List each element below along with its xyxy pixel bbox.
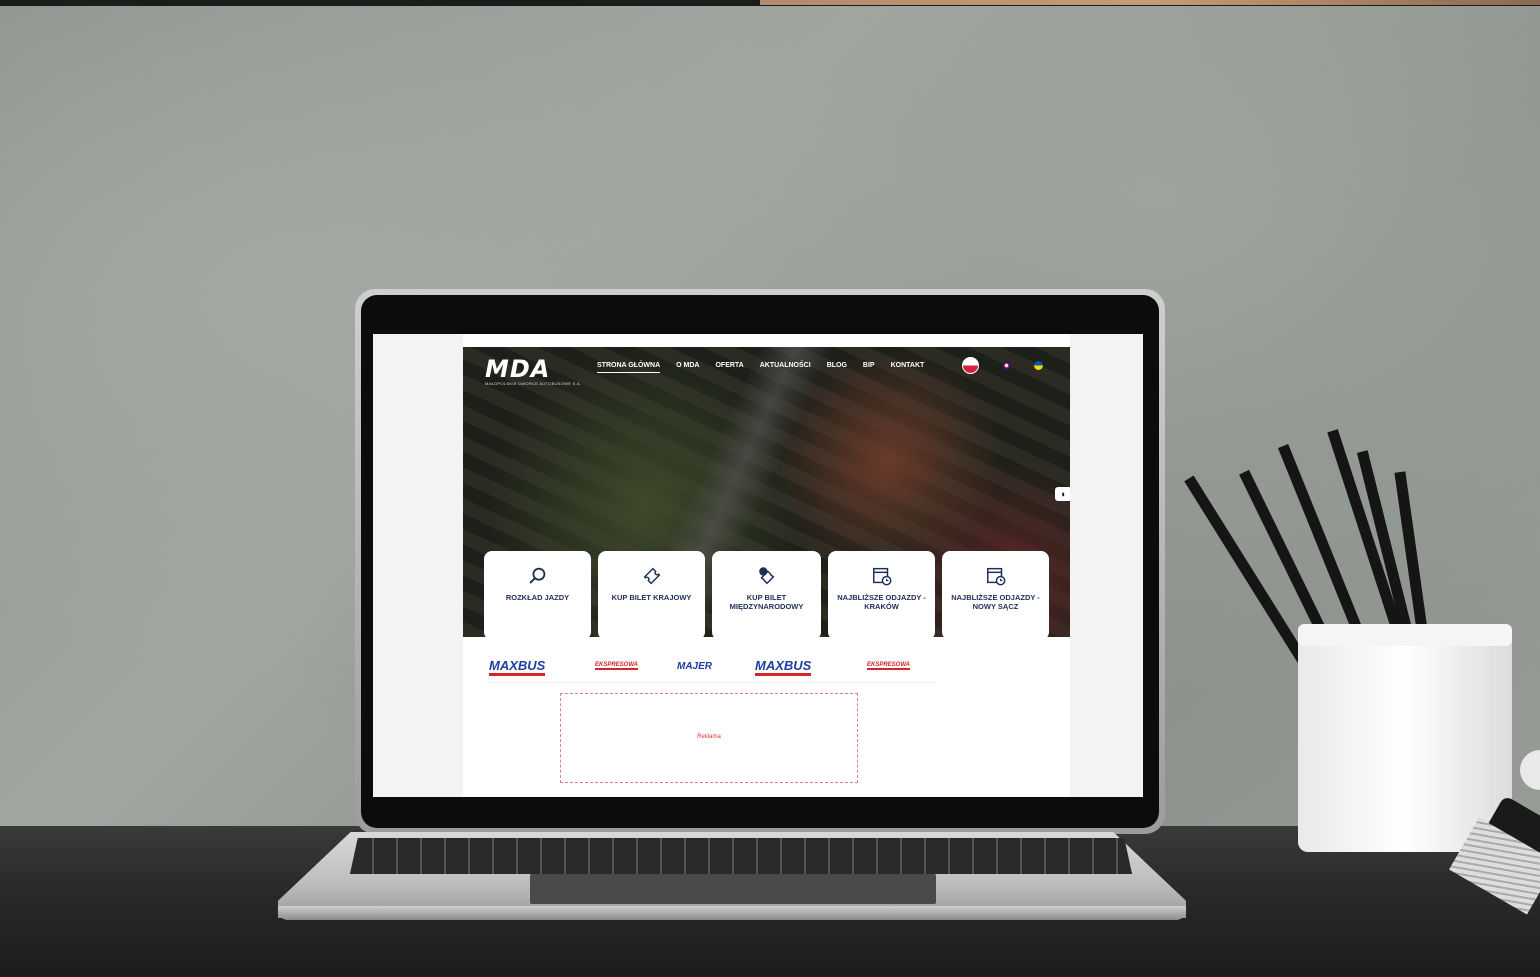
laptop-screen: MDA MAŁOPOLSKIE DWORCE AUTOBUSOWE S.A. S… [373, 334, 1143, 797]
pencil-cup-rim [1298, 624, 1512, 646]
ticket-icon [643, 567, 660, 585]
partner-logo-ekspres[interactable]: EKSPRESOWA [595, 662, 639, 670]
hero-banner: MDA MAŁOPOLSKIE DWORCE AUTOBUSOWE S.A. S… [463, 347, 1070, 640]
tile-najblizsze-odjazdy-krakow[interactable]: NAJBLIŻSZE ODJAZDY - KRAKÓW [828, 551, 935, 640]
logo-subtext: MAŁOPOLSKIE DWORCE AUTOBUSOWE S.A. [485, 381, 582, 386]
nav-item-oferta[interactable]: OFERTA [715, 362, 743, 373]
tile-najblizsze-odjazdy-nowy-sacz[interactable]: NAJBLIŻSZE ODJAZDY - NOWY SĄCZ [942, 551, 1049, 640]
tile-label: ROZKŁAD JAZDY [505, 593, 570, 602]
nav-item-blog[interactable]: BLOG [827, 362, 847, 373]
laptop-trackpad [530, 874, 936, 904]
tile-label: NAJBLIŻSZE ODJAZDY - KRAKÓW [837, 593, 926, 611]
nav-item-aktualnosci[interactable]: AKTUALNOŚCI [760, 362, 811, 373]
calendar-clock-icon [986, 567, 1005, 586]
partner-logo-majer[interactable]: MAJER [677, 661, 712, 672]
ad-label: Reklama [697, 734, 721, 740]
ticket-globe-icon [758, 567, 774, 585]
partner-logo-maxbus[interactable]: MAXBUS [489, 658, 546, 676]
search-icon [529, 567, 545, 584]
site-logo[interactable]: MDA MAŁOPOLSKIE DWORCE AUTOBUSOWE S.A. [485, 355, 581, 386]
laptop-base-lip [278, 906, 1186, 920]
partner-logo-ekspres[interactable]: EKSPRESOWA [867, 662, 911, 670]
tile-kup-bilet-miedzynarodowy[interactable]: KUP BILET MIĘDZYNARODOWY [712, 551, 821, 640]
main-nav: STRONA GŁÓWNA O MDA OFERTA AKTUALNOŚCI B… [597, 362, 940, 373]
laptop-keyboard [350, 838, 1132, 874]
photo-top-edge-wood [760, 0, 1540, 5]
calendar-clock-icon [872, 567, 891, 586]
pencil [1277, 443, 1371, 653]
nav-item-bip[interactable]: BIP [863, 362, 875, 373]
tile-label: KUP BILET KRAJOWY [611, 593, 692, 602]
nav-item-kontakt[interactable]: KONTAKT [891, 362, 925, 373]
partner-logo-maxbus[interactable]: MAXBUS [755, 658, 812, 676]
english-flag-icon[interactable] [1002, 361, 1011, 370]
contrast-toggle[interactable]: ◑ [1055, 487, 1070, 501]
small-plate [1520, 750, 1540, 790]
polish-flag-icon[interactable] [962, 357, 979, 374]
website-page: MDA MAŁOPOLSKIE DWORCE AUTOBUSOWE S.A. S… [463, 334, 1070, 797]
tile-rozklad-jazdy[interactable]: ROZKŁAD JAZDY [484, 551, 591, 640]
ad-placeholder[interactable]: Reklama [560, 693, 858, 783]
ukrainian-flag-icon[interactable] [1034, 361, 1043, 370]
nav-item-o-mda[interactable]: O MDA [676, 362, 699, 373]
tile-label: KUP BILET MIĘDZYNARODOWY [729, 593, 804, 611]
contrast-icon: ◑ [1059, 489, 1066, 499]
partner-logos: MAXBUS EKSPRESOWA MAJER MAXBUS EKSPRESOW… [485, 652, 935, 683]
tile-label: NAJBLIŻSZE ODJAZDY - NOWY SĄCZ [951, 593, 1040, 611]
tile-kup-bilet-krajowy[interactable]: KUP BILET KRAJOWY [598, 551, 705, 640]
nav-item-strona-glowna[interactable]: STRONA GŁÓWNA [597, 362, 661, 373]
logo-mark: MDA [485, 355, 551, 383]
